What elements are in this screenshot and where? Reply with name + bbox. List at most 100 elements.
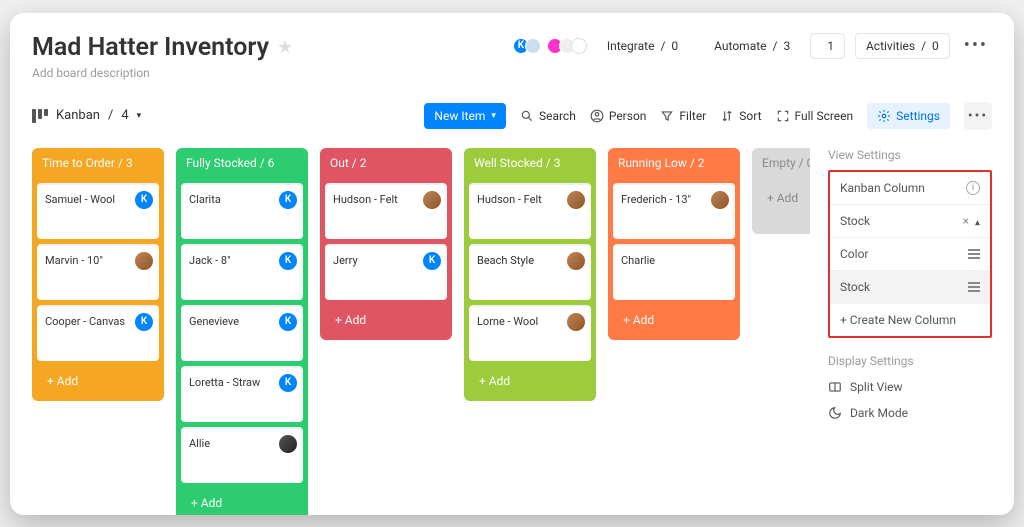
- avatar: [525, 38, 541, 54]
- view-more-button[interactable]: •••: [964, 102, 992, 130]
- kanban-card[interactable]: Lorne - Wool: [469, 305, 591, 361]
- view-toolbar: Kanban / 4 ▾ New Item ▾ Search Person Fi…: [32, 102, 992, 130]
- column-body: Hudson - FeltJerryK + Add: [320, 178, 452, 340]
- filter-button[interactable]: Filter: [660, 109, 706, 123]
- card-assignee-avatar[interactable]: K: [279, 252, 297, 270]
- filter-icon: [660, 109, 674, 123]
- board-description[interactable]: Add board description: [32, 66, 293, 80]
- app-window: Mad Hatter Inventory ★ Add board descrip…: [10, 13, 1014, 515]
- split-view-toggle[interactable]: Split View: [828, 380, 992, 394]
- column-body: Samuel - WoolKMarvin - 10"Cooper - Canva…: [32, 178, 164, 401]
- fullscreen-icon: [776, 109, 790, 123]
- display-heading: Display Settings: [828, 354, 992, 368]
- kanban-card[interactable]: Loretta - StrawK: [181, 366, 303, 422]
- column-header[interactable]: Time to Order / 3: [32, 148, 164, 178]
- column-header[interactable]: Out / 2: [320, 148, 452, 178]
- automate-button[interactable]: Automate / 3: [698, 34, 800, 58]
- drag-handle-icon: [968, 282, 980, 292]
- sort-icon: [720, 109, 734, 123]
- kanban-card[interactable]: Cooper - CanvasK: [37, 305, 159, 361]
- new-item-button[interactable]: New Item ▾: [424, 103, 506, 129]
- clear-icon[interactable]: ×: [963, 214, 969, 228]
- kanban-column: Fully Stocked / 6ClaritaKJack - 8"KGenev…: [176, 148, 308, 515]
- card-assignee-avatar[interactable]: K: [279, 374, 297, 392]
- panel-heading: View Settings: [828, 148, 992, 162]
- person-circle-icon: [590, 109, 604, 123]
- favorite-star-icon[interactable]: ★: [277, 37, 293, 58]
- kanban-board: Time to Order / 3Samuel - WoolKMarvin - …: [32, 148, 810, 515]
- kanban-card[interactable]: Samuel - WoolK: [37, 183, 159, 239]
- add-card-button[interactable]: + Add: [613, 305, 735, 335]
- kanban-card[interactable]: ClaritaK: [181, 183, 303, 239]
- card-assignee-avatar[interactable]: [135, 252, 153, 270]
- integration-avatars[interactable]: [551, 38, 587, 54]
- column-option-color[interactable]: Color: [830, 238, 990, 271]
- dark-mode-toggle[interactable]: Dark Mode: [828, 406, 992, 420]
- gear-icon: [877, 109, 891, 123]
- kanban-column: Out / 2 Hudson - FeltJerryK + Add: [320, 148, 452, 515]
- card-assignee-avatar[interactable]: K: [279, 191, 297, 209]
- kanban-card[interactable]: Allie: [181, 427, 303, 483]
- kanban-card[interactable]: GenevieveK: [181, 305, 303, 361]
- column-body: ClaritaKJack - 8"KGenevieveKLoretta - St…: [176, 178, 308, 515]
- card-assignee-avatar[interactable]: K: [135, 191, 153, 209]
- sort-button[interactable]: Sort: [720, 109, 761, 123]
- card-assignee-avatar[interactable]: K: [279, 313, 297, 331]
- kanban-column: Empty / 0 + Add: [752, 148, 810, 515]
- card-assignee-avatar[interactable]: K: [135, 313, 153, 331]
- add-card-button[interactable]: + Add: [757, 183, 810, 213]
- add-card-button[interactable]: + Add: [37, 366, 159, 396]
- fullscreen-button[interactable]: Full Screen: [776, 109, 854, 123]
- kanban-column: Time to Order / 3Samuel - WoolKMarvin - …: [32, 148, 164, 515]
- card-assignee-avatar[interactable]: [567, 252, 585, 270]
- kanban-card[interactable]: Marvin - 10": [37, 244, 159, 300]
- card-assignee-avatar[interactable]: [567, 191, 585, 209]
- column-header[interactable]: Fully Stocked / 6: [176, 148, 308, 178]
- kanban-card[interactable]: Hudson - Felt: [325, 183, 447, 239]
- add-card-button[interactable]: + Add: [325, 305, 447, 335]
- card-assignee-avatar[interactable]: [711, 191, 729, 209]
- board-header: Mad Hatter Inventory ★ Add board descrip…: [32, 33, 992, 80]
- integrate-button[interactable]: Integrate / 0: [597, 34, 688, 58]
- kanban-column: Running Low / 2 Frederich - 13"Charlie + A…: [608, 148, 740, 515]
- kanban-card[interactable]: Hudson - Felt: [469, 183, 591, 239]
- card-assignee-avatar[interactable]: [567, 313, 585, 331]
- column-body: Hudson - FeltBeach StyleLorne - Wool + Ad…: [464, 178, 596, 401]
- ellipsis-icon: •••: [964, 108, 992, 124]
- column-option-stock[interactable]: Stock: [830, 271, 990, 304]
- more-menu-icon[interactable]: •••: [960, 35, 992, 56]
- card-assignee-avatar[interactable]: K: [423, 252, 441, 270]
- settings-button[interactable]: Settings: [867, 103, 950, 129]
- activities-button[interactable]: Activities / 0: [855, 33, 950, 59]
- settings-panel: View Settings Kanban Column i Stock × ▾ C…: [828, 148, 992, 515]
- split-view-icon: [828, 380, 842, 394]
- info-icon[interactable]: i: [966, 181, 980, 195]
- search-icon: [520, 109, 534, 123]
- card-assignee-avatar[interactable]: [279, 435, 297, 453]
- search-button[interactable]: Search: [520, 109, 576, 123]
- kanban-card[interactable]: Frederich - 13": [613, 183, 735, 239]
- card-assignee-avatar[interactable]: [423, 191, 441, 209]
- view-switcher[interactable]: Kanban / 4 ▾: [32, 108, 141, 123]
- members-button[interactable]: 1: [810, 33, 845, 59]
- column-header[interactable]: Empty / 0: [752, 148, 810, 178]
- kanban-card[interactable]: Beach Style: [469, 244, 591, 300]
- kanban-icon: [32, 109, 48, 123]
- column-body: Frederich - 13"Charlie + Add: [608, 178, 740, 340]
- chevron-up-icon: ▾: [975, 217, 980, 228]
- kanban-card[interactable]: Charlie: [613, 244, 735, 300]
- person-filter-button[interactable]: Person: [590, 109, 647, 123]
- create-new-column[interactable]: + Create New Column: [830, 304, 990, 336]
- add-card-button[interactable]: + Add: [469, 366, 591, 396]
- add-card-button[interactable]: + Add: [181, 488, 303, 515]
- column-header[interactable]: Well Stocked / 3: [464, 148, 596, 178]
- kanban-card[interactable]: Jack - 8"K: [181, 244, 303, 300]
- board-owner-avatars[interactable]: K: [517, 38, 541, 54]
- panel-section-label: Kanban Column i: [830, 172, 990, 205]
- kanban-column-selector: Kanban Column i Stock ×▾ Color Stock + C…: [828, 170, 992, 338]
- kanban-card[interactable]: JerryK: [325, 244, 447, 300]
- column-select-current[interactable]: Stock ×▾: [830, 205, 990, 238]
- kanban-column: Well Stocked / 3Hudson - FeltBeach Style…: [464, 148, 596, 515]
- column-header[interactable]: Running Low / 2: [608, 148, 740, 178]
- board-title[interactable]: Mad Hatter Inventory: [32, 33, 269, 62]
